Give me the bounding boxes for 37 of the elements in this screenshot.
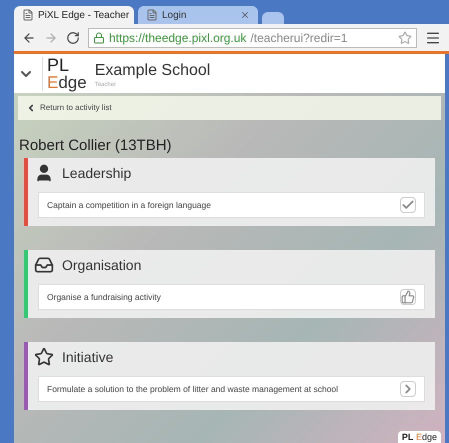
check-icon — [401, 198, 415, 212]
activity-row[interactable]: Formulate a solution to the problem of litter and waste management at school — [38, 376, 425, 402]
thumbs-up-icon — [401, 290, 415, 304]
activity-text: Formulate a solution to the problem of litter and waste management at school — [47, 382, 340, 396]
student-name: Robert Collier (13TBH) — [18, 137, 173, 155]
browser-tab[interactable]: Login — [138, 6, 258, 24]
category-title: Initiative — [62, 348, 114, 366]
lock-icon — [93, 32, 105, 44]
action-button[interactable] — [400, 381, 416, 397]
address-bar[interactable]: https://theedge.pixl.org.uk /teacherui?redir=1 — [88, 28, 417, 48]
category-title: Leadership — [62, 164, 132, 183]
bookmark-star-icon[interactable] — [398, 30, 412, 44]
menu-icon[interactable] — [425, 30, 441, 46]
browser-tab[interactable]: PiXL Edge - Teacher — [14, 6, 134, 24]
url-path: /teacherui?redir=1 — [250, 30, 348, 46]
action-button[interactable] — [400, 197, 416, 213]
back-icon[interactable] — [22, 30, 36, 44]
new-tab-button[interactable] — [262, 12, 284, 24]
close-icon[interactable] — [240, 10, 250, 20]
activity-text: Organise a fundraising activity — [47, 290, 162, 304]
activity-row[interactable]: Organise a fundraising activity — [38, 284, 425, 310]
inbox-icon — [34, 255, 54, 275]
footer-logo: PL Edge — [398, 431, 441, 443]
back-link[interactable]: Return to activity list — [18, 96, 441, 120]
action-button[interactable] — [400, 289, 416, 305]
star-icon — [34, 347, 54, 367]
activity-row[interactable]: Captain a competition in a foreign language — [38, 192, 425, 218]
school-name: Example School — [94, 63, 210, 79]
category-title: Organisation — [62, 256, 142, 275]
url-host: https://theedge.pixl.org.uk — [109, 30, 246, 46]
page-icon — [22, 9, 34, 21]
activity-text: Captain a competition in a foreign language — [47, 198, 212, 212]
chevron-left-icon — [26, 103, 36, 113]
forward-icon[interactable] — [44, 30, 58, 44]
page-icon — [146, 9, 158, 21]
reload-icon[interactable] — [66, 30, 80, 44]
logo: PL Edge — [42, 56, 87, 90]
